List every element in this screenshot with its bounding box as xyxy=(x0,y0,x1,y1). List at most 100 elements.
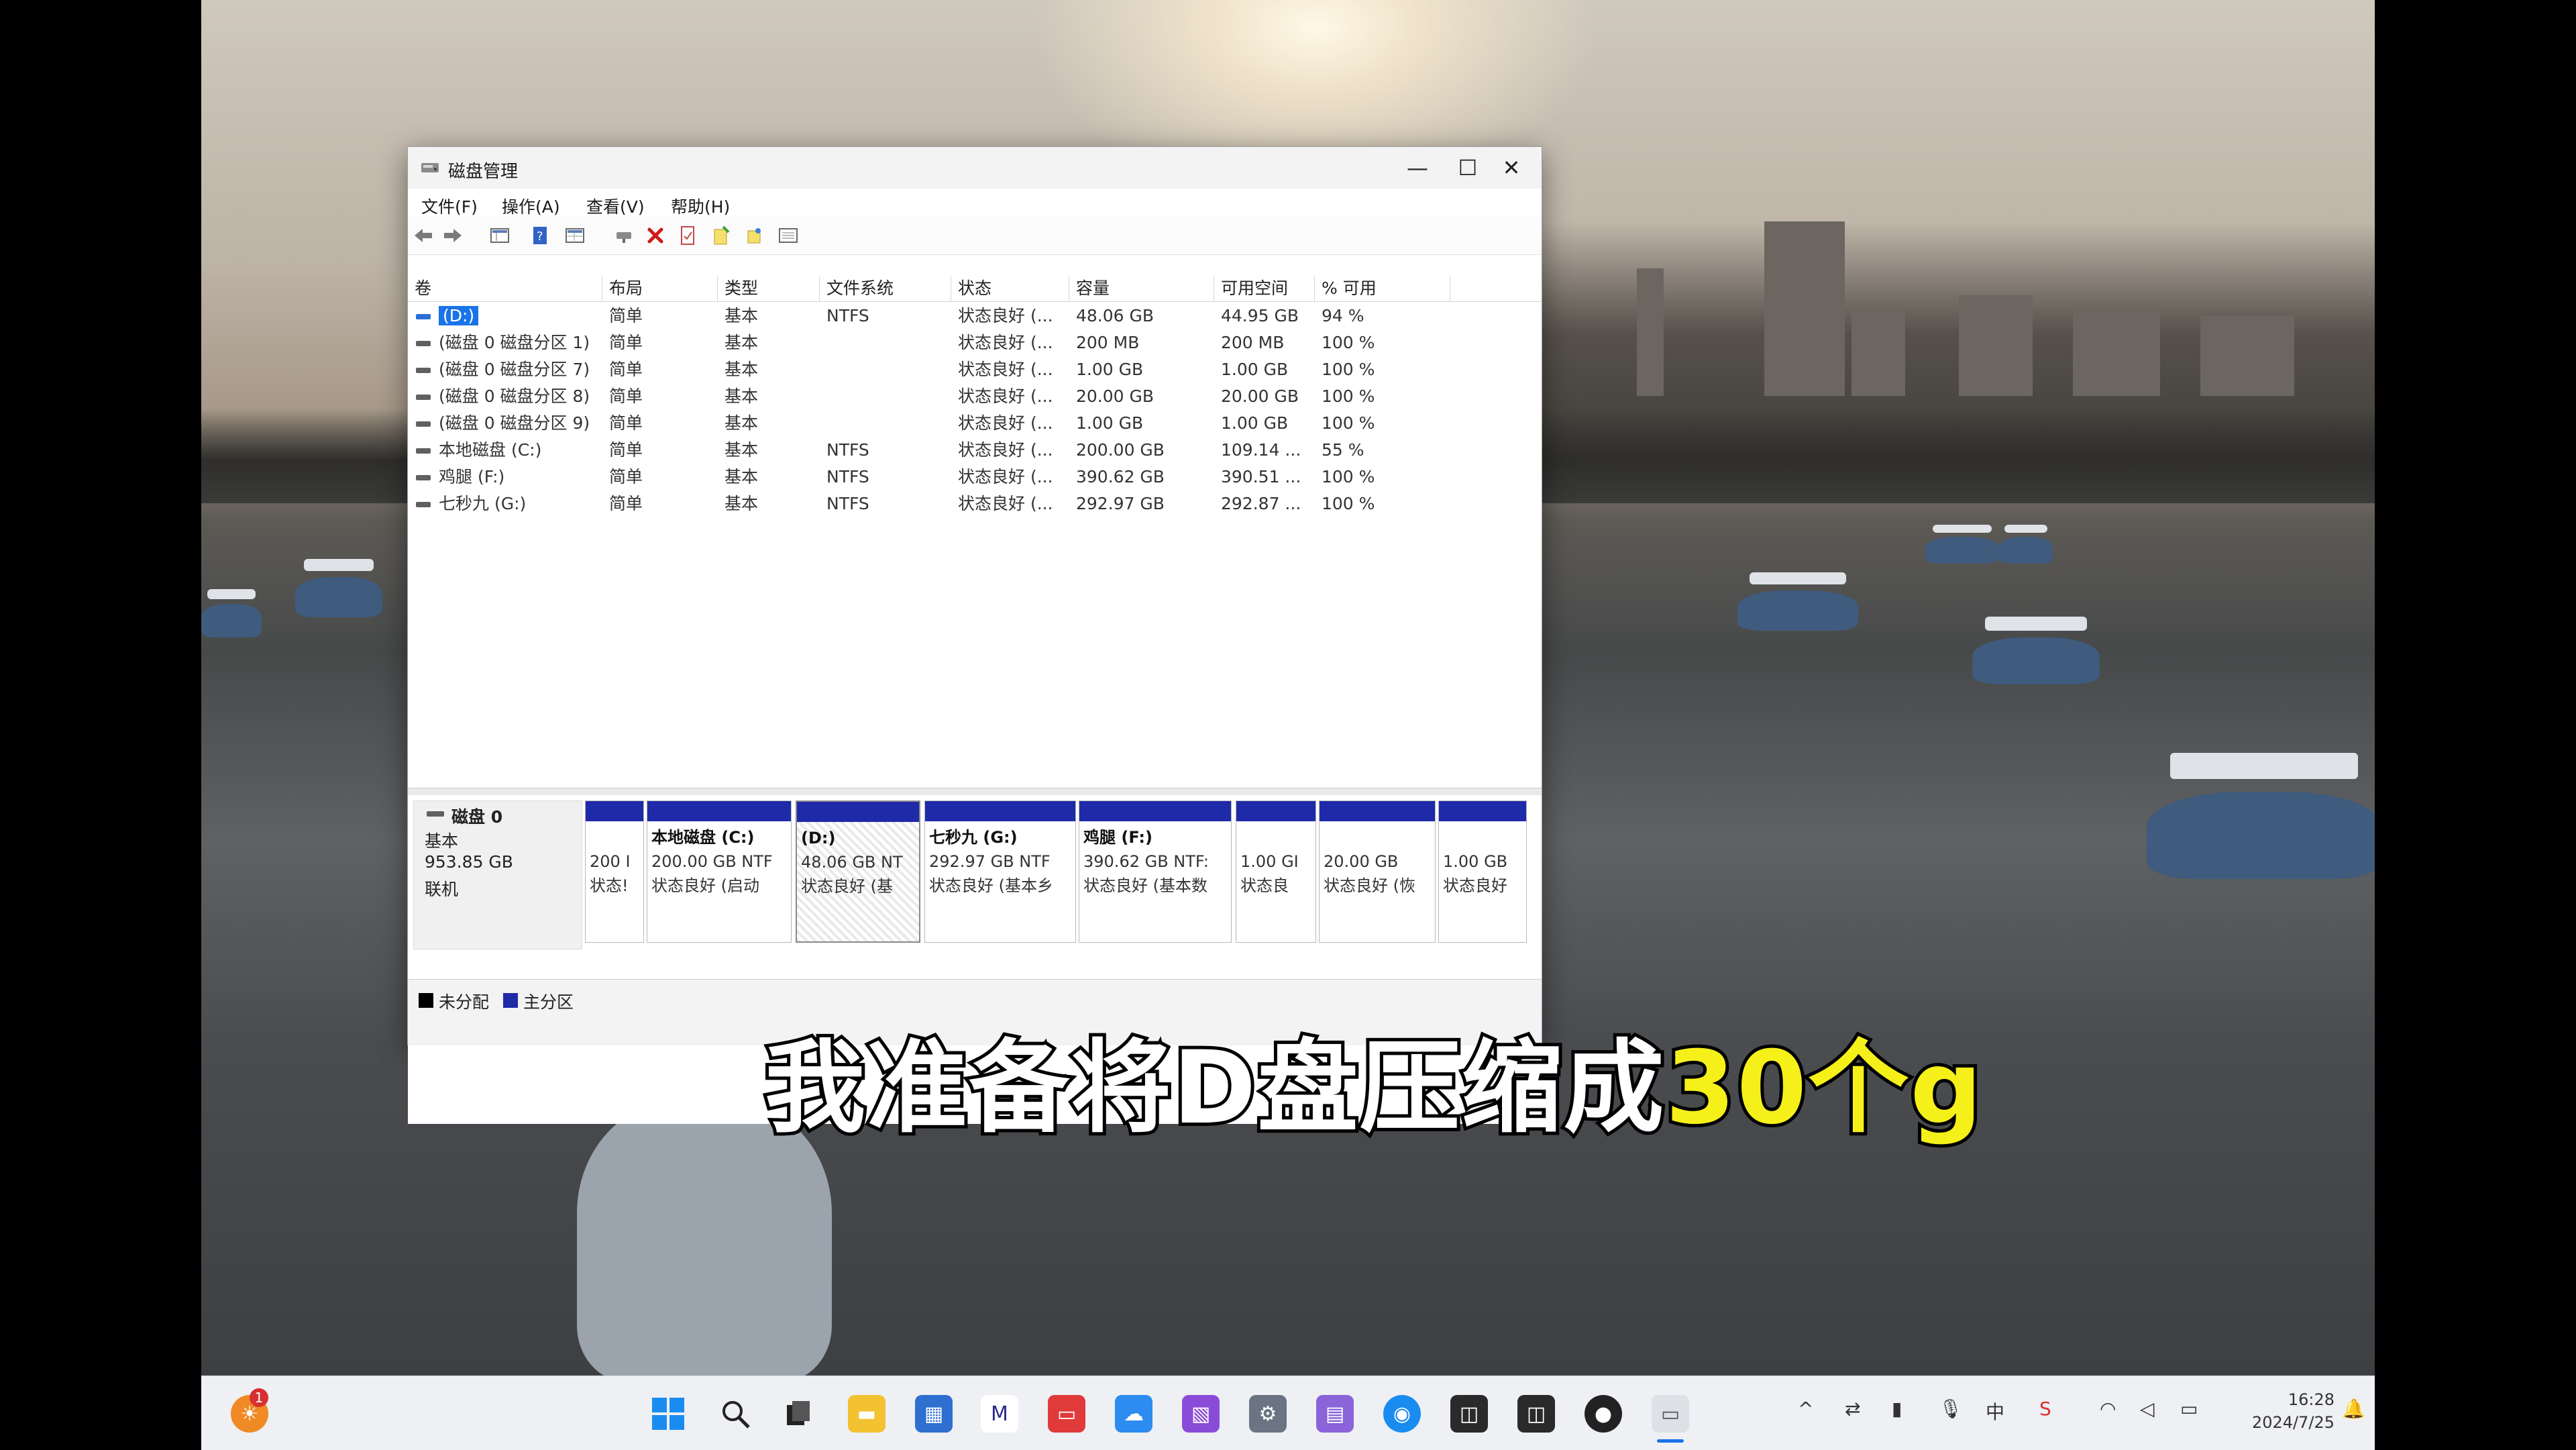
legend-primary: 主分区 xyxy=(523,992,574,1012)
partition-block[interactable]: 七秒九 (G:) 292.97 GB NTF 状态良好 (基本乡 xyxy=(924,800,1076,943)
volume-capacity: 390.62 GB xyxy=(1076,467,1165,486)
start-icon[interactable] xyxy=(649,1395,687,1433)
partition-block[interactable]: 本地磁盘 (C:) 200.00 GB NTF 状态良好 (启动 xyxy=(647,800,792,943)
volume-icon xyxy=(416,502,431,507)
volume-filesystem xyxy=(820,329,951,356)
partition-size: 1.00 GB xyxy=(1443,852,1508,871)
menu-help[interactable]: 帮助(H) xyxy=(671,194,730,218)
partition-block[interactable]: 1.00 GB 状态良好 xyxy=(1438,800,1527,943)
volume-icon xyxy=(416,475,431,480)
volume-name: (D:) xyxy=(439,306,479,325)
connect-disk-icon[interactable] xyxy=(612,225,635,246)
notification-bell-icon[interactable]: 🔔 xyxy=(2342,1398,2365,1420)
help-icon[interactable]: ? xyxy=(529,225,551,246)
table-row[interactable]: 本地磁盘 (C:) 简单 基本 NTFS 状态良好 (... 200.00 GB… xyxy=(408,437,1542,464)
chat-icon[interactable]: ▤ xyxy=(1316,1395,1354,1433)
partition-block[interactable]: 鸡腿 (F:) 390.62 GB NTF: 状态良好 (基本数 xyxy=(1079,800,1232,943)
volume-layout: 简单 xyxy=(609,467,643,486)
partition-block[interactable]: 200 I 状态! xyxy=(585,800,644,943)
table-row[interactable]: (磁盘 0 磁盘分区 9) 简单 基本 状态良好 (... 1.00 GB 1.… xyxy=(408,410,1542,437)
microphone-icon[interactable]: 🎙 xyxy=(1939,1398,1963,1420)
search-icon[interactable] xyxy=(716,1395,754,1433)
partition-block[interactable]: 1.00 GI 状态良 xyxy=(1236,800,1316,943)
column-header-volume[interactable]: 卷 xyxy=(408,276,602,301)
column-header-status[interactable]: 状态 xyxy=(951,276,1069,301)
task-view-icon[interactable] xyxy=(780,1395,817,1433)
title-bar[interactable]: 磁盘管理 — ☐ ✕ xyxy=(408,147,1542,189)
volume-layout: 简单 xyxy=(609,440,643,460)
volume-status: 状态良好 (... xyxy=(958,386,1053,406)
table-row[interactable]: (D:) 简单 基本 NTFS 状态良好 (... 48.06 GB 44.95… xyxy=(408,303,1542,329)
pedal-boat xyxy=(1972,616,2100,684)
disk-0-info[interactable]: 磁盘 0 基本 953.85 GB 联机 xyxy=(413,800,582,949)
performance-icon[interactable]: ▮ xyxy=(1892,1398,1902,1420)
table-row[interactable]: (磁盘 0 磁盘分区 1) 简单 基本 状态良好 (... 200 MB 200… xyxy=(408,329,1542,356)
caption-main: 我准备将D盘压缩成 xyxy=(761,1027,1668,1150)
media-app-icon[interactable]: ● xyxy=(1585,1395,1622,1433)
input-method-icon[interactable]: 中 xyxy=(1986,1398,2004,1425)
delete-icon[interactable] xyxy=(644,225,667,246)
column-header-type[interactable]: 类型 xyxy=(718,276,820,301)
app-m-icon[interactable]: M xyxy=(981,1395,1018,1433)
volume-percent-free: 100 % xyxy=(1322,333,1375,352)
column-header-filesystem[interactable]: 文件系统 xyxy=(820,276,951,301)
view-list-icon[interactable] xyxy=(777,225,800,246)
table-row[interactable]: 鸡腿 (F:) 简单 基本 NTFS 状态良好 (... 390.62 GB 3… xyxy=(408,464,1542,490)
partition-size: 48.06 GB NT xyxy=(801,853,903,872)
huawei-app-icon[interactable]: ▭ xyxy=(1048,1395,1085,1433)
partition-block[interactable]: 20.00 GB 状态良好 (恢 xyxy=(1319,800,1436,943)
forward-arrow-icon[interactable] xyxy=(441,225,464,246)
clock[interactable]: 16:28 2024/7/25 xyxy=(2252,1388,2334,1434)
column-header-capacity[interactable]: 容量 xyxy=(1069,276,1214,301)
check-document-icon[interactable] xyxy=(676,225,699,246)
table-row[interactable]: 七秒九 (G:) 简单 基本 NTFS 状态良好 (... 292.97 GB … xyxy=(408,490,1542,517)
column-header-layout[interactable]: 布局 xyxy=(602,276,718,301)
gallery-icon[interactable]: ▧ xyxy=(1182,1395,1220,1433)
volume-name: 鸡腿 (F:) xyxy=(439,467,505,486)
volume-type: 基本 xyxy=(724,386,759,406)
settings-gear-icon[interactable]: ⚙ xyxy=(1249,1395,1287,1433)
store-icon[interactable]: ▦ xyxy=(915,1395,953,1433)
column-header-percent-free[interactable]: % 可用 xyxy=(1315,276,1450,301)
volume-type: 基本 xyxy=(724,440,759,460)
column-header-free-space[interactable]: 可用空间 xyxy=(1214,276,1315,301)
disk-management-taskbar-icon[interactable]: ▭ xyxy=(1652,1395,1689,1433)
cloud-icon[interactable]: ☁ xyxy=(1115,1395,1152,1433)
menu-file[interactable]: 文件(F) xyxy=(421,194,478,218)
volume-icon[interactable]: ◁ xyxy=(2140,1398,2155,1420)
screen-capture-icon[interactable]: ◫ xyxy=(1450,1395,1488,1433)
volume-type: 基本 xyxy=(724,306,759,325)
volume-free: 1.00 GB xyxy=(1221,360,1289,379)
volume-percent-free: 94 % xyxy=(1322,306,1364,325)
folder-key-icon[interactable] xyxy=(743,225,766,246)
skyline-tower xyxy=(2200,315,2294,396)
switch-icon[interactable]: ⇄ xyxy=(1845,1398,1860,1420)
battery-icon[interactable]: ▭ xyxy=(2180,1398,2198,1420)
volume-capacity: 200 MB xyxy=(1076,333,1140,352)
sogou-input-icon[interactable]: S xyxy=(2039,1398,2051,1420)
volume-percent-free: 100 % xyxy=(1322,494,1375,513)
volume-list: (D:) 简单 基本 NTFS 状态良好 (... 48.06 GB 44.95… xyxy=(408,303,1542,787)
new-item-icon[interactable] xyxy=(710,225,733,246)
volume-free: 1.00 GB xyxy=(1221,413,1289,433)
unallocated-swatch xyxy=(419,993,433,1008)
back-arrow-icon[interactable] xyxy=(412,225,435,246)
skyline-tower xyxy=(1764,221,1845,396)
partition-block-selected[interactable]: (D:) 48.06 GB NT 状态良好 (基 xyxy=(796,800,920,943)
browser-icon[interactable]: ◉ xyxy=(1383,1395,1421,1433)
volume-layout: 简单 xyxy=(609,386,643,406)
properties-icon[interactable] xyxy=(564,225,586,246)
console-tree-icon[interactable] xyxy=(488,225,511,246)
wifi-icon[interactable]: ◠ xyxy=(2100,1398,2116,1420)
close-button[interactable]: ✕ xyxy=(1481,151,1542,185)
pedal-boat xyxy=(1737,572,1858,631)
volume-name: (磁盘 0 磁盘分区 8) xyxy=(439,386,590,406)
menu-action[interactable]: 操作(A) xyxy=(502,194,560,218)
table-row[interactable]: (磁盘 0 磁盘分区 8) 简单 基本 状态良好 (... 20.00 GB 2… xyxy=(408,383,1542,410)
chevron-up-icon[interactable]: ^ xyxy=(1798,1398,1813,1420)
file-explorer-icon[interactable]: ▬ xyxy=(848,1395,885,1433)
table-row[interactable]: (磁盘 0 磁盘分区 7) 简单 基本 状态良好 (... 1.00 GB 1.… xyxy=(408,356,1542,383)
volume-type: 基本 xyxy=(724,413,759,433)
menu-view[interactable]: 查看(V) xyxy=(586,194,645,218)
video-capture-icon[interactable]: ◫ xyxy=(1517,1395,1555,1433)
